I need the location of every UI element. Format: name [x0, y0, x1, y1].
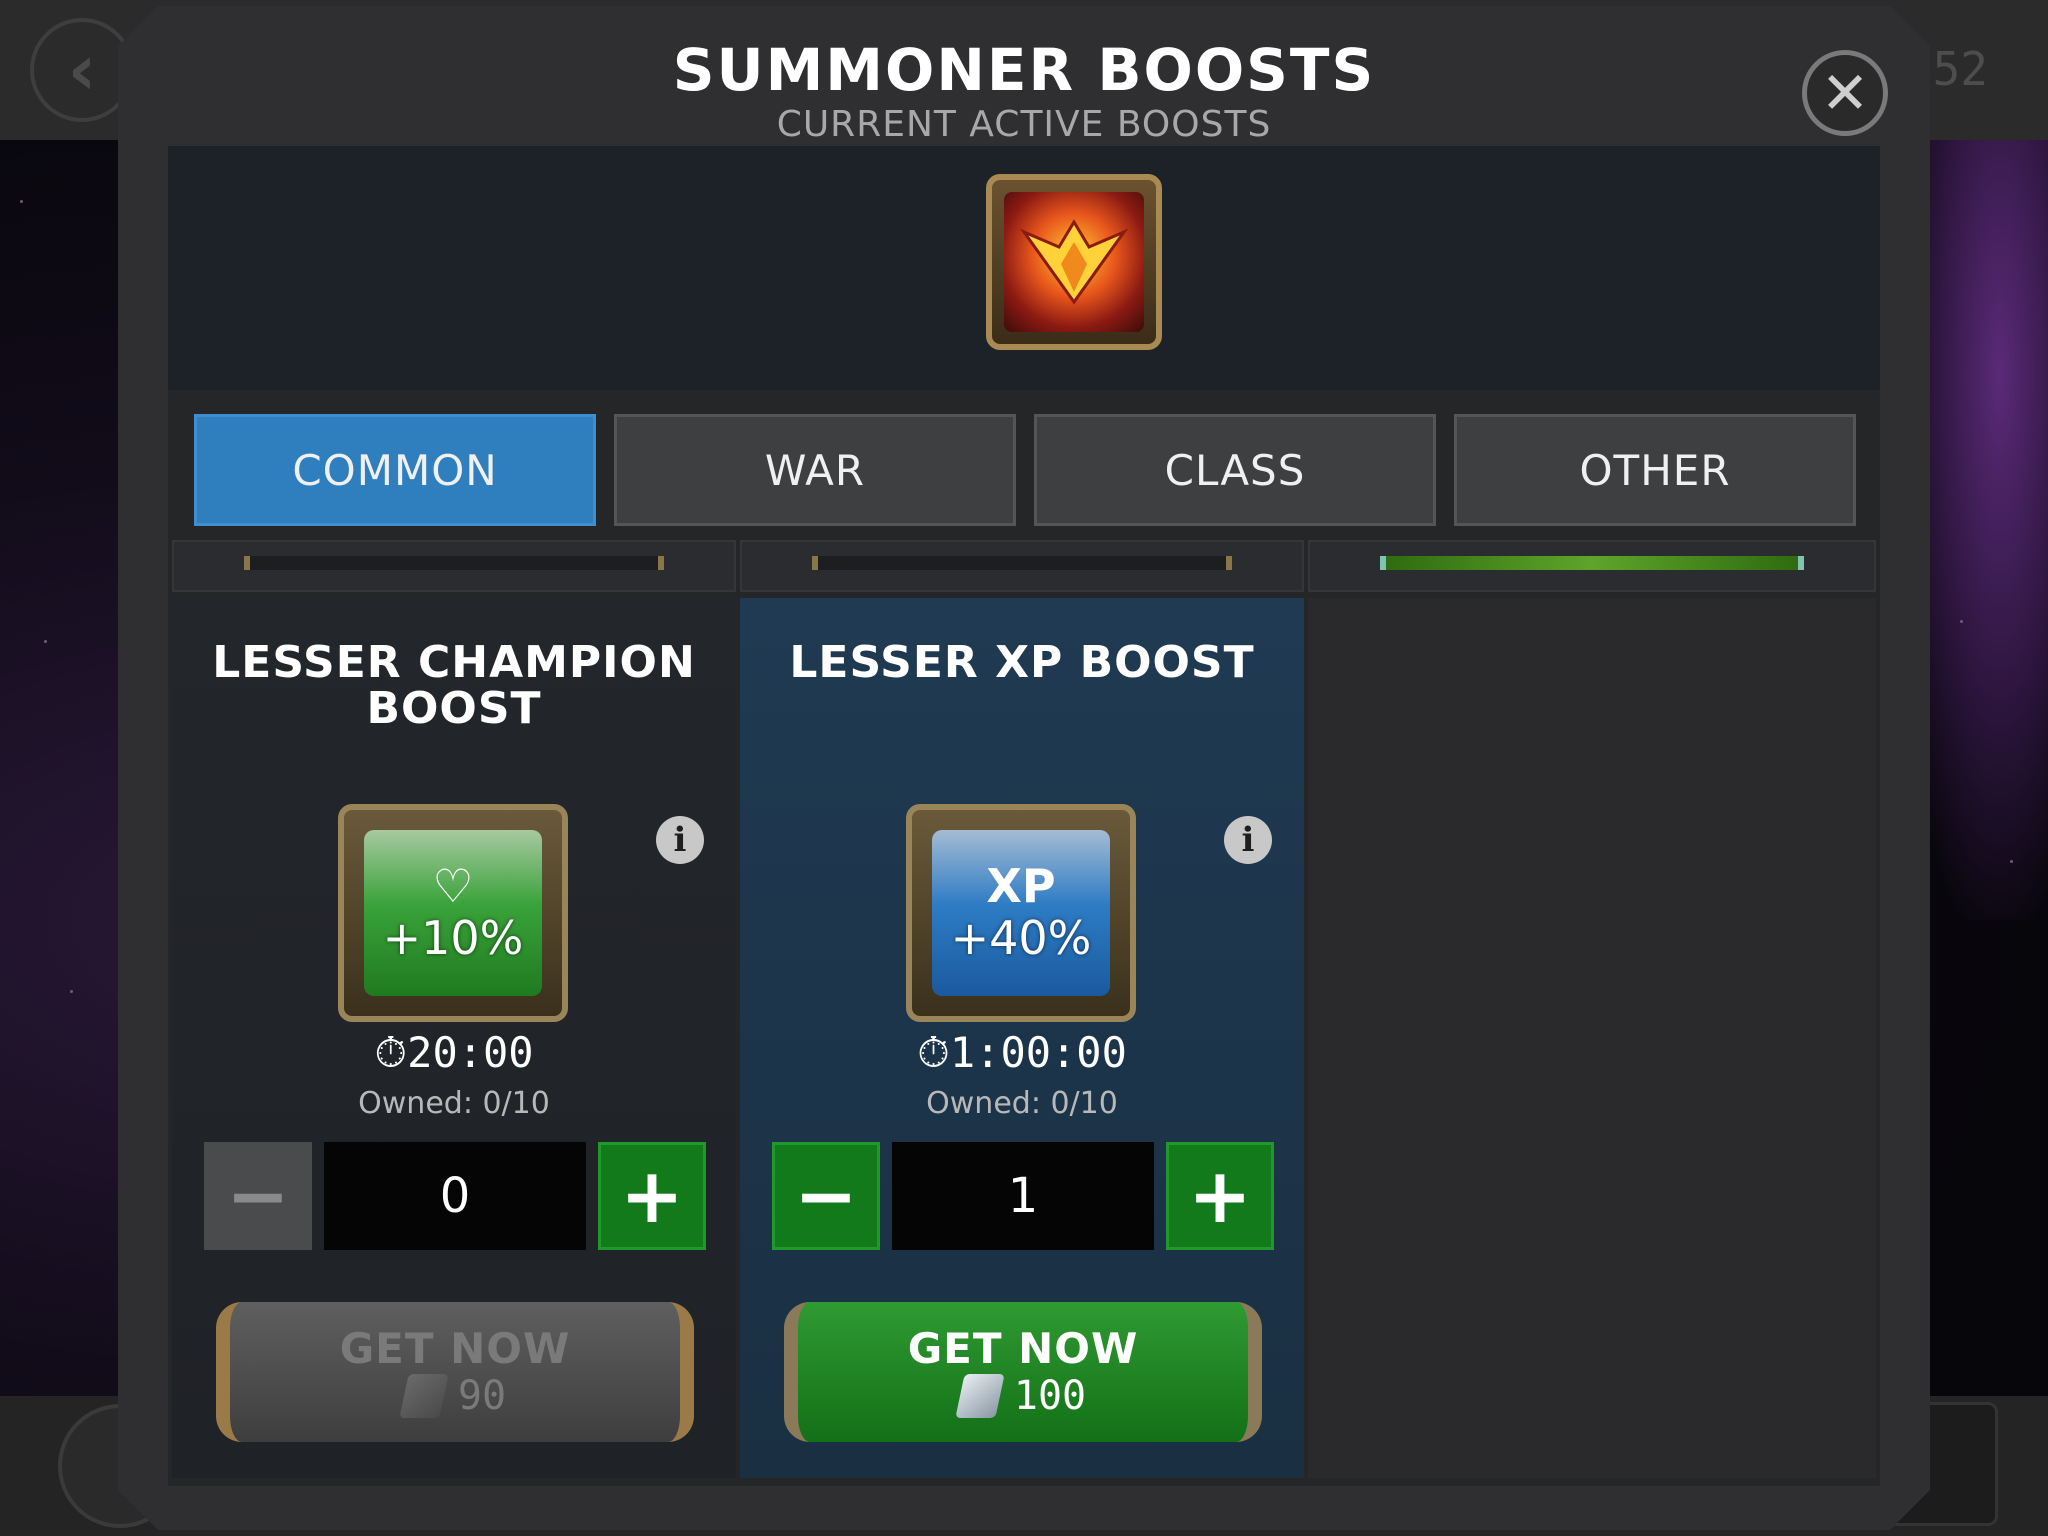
plus-icon: + [1188, 1151, 1252, 1240]
info-icon[interactable]: i [1224, 816, 1272, 864]
xp-label: XP [986, 859, 1056, 913]
units-currency-icon [955, 1374, 1005, 1418]
boost-title: LESSER CHAMPION BOOST [212, 637, 696, 734]
decrease-button[interactable]: − [772, 1142, 880, 1250]
info-icon[interactable]: i [656, 816, 704, 864]
get-now-label: GET NOW [907, 1324, 1139, 1373]
quantity-stepper: − 1 + [772, 1142, 1274, 1250]
get-now-label: GET NOW [339, 1324, 571, 1373]
background-counter: 52 [1932, 42, 1988, 96]
boost-duration-value: 20:00 [407, 1028, 534, 1077]
background-star [44, 640, 47, 643]
get-now-button[interactable]: GET NOW 100 [784, 1302, 1262, 1442]
owned-count: Owned: 0/10 [358, 1086, 550, 1121]
xp-boost-icon: XP +40% [932, 830, 1110, 996]
price-value: 100 [1013, 1373, 1087, 1419]
increase-button[interactable]: + [598, 1142, 706, 1250]
boost-list[interactable]: LESSER CHAMPION BOOST ♡ +10% i ⏱20:00 Ow… [118, 0, 1930, 1536]
divider-bar [244, 556, 664, 570]
boost-card-lesser-champion: LESSER CHAMPION BOOST ♡ +10% i ⏱20:00 Ow… [172, 598, 736, 1478]
background-star [20, 200, 23, 203]
get-now-button[interactable]: GET NOW 90 [216, 1302, 694, 1442]
previous-card-remnant [1308, 540, 1876, 592]
increase-button[interactable]: + [1166, 1142, 1274, 1250]
quantity-value: 0 [324, 1142, 586, 1250]
quantity-value: 1 [892, 1142, 1154, 1250]
boost-duration: ⏱20:00 [172, 1028, 736, 1078]
boost-percent: +10% [382, 911, 524, 965]
price: 90 [399, 1373, 507, 1419]
boost-icon-frame: ♡ +10% [338, 804, 568, 1022]
divider-bar [1380, 556, 1804, 570]
boost-card-lesser-xp: LESSER XP BOOST XP +40% i ⏱1:00:00 Owned… [740, 598, 1304, 1478]
empty-card-slot [1308, 598, 1876, 1478]
stopwatch-icon: ⏱ [374, 1028, 408, 1077]
stopwatch-icon: ⏱ [917, 1028, 950, 1077]
boost-percent: +40% [950, 911, 1092, 965]
boost-icon-frame: XP +40% [906, 804, 1136, 1022]
minus-icon: − [794, 1151, 858, 1240]
heart-sword-icon: ♡ [432, 859, 474, 913]
plus-icon: + [620, 1151, 684, 1240]
back-arrow-icon: ‹ [67, 29, 97, 111]
background-star [1960, 620, 1963, 623]
background-star [70, 990, 73, 993]
previous-card-remnant [740, 540, 1304, 592]
background-star [2010, 860, 2013, 863]
previous-card-remnant [172, 540, 736, 592]
divider-bar [812, 556, 1232, 570]
minus-icon: − [226, 1151, 290, 1240]
price: 100 [955, 1373, 1087, 1419]
units-currency-icon [399, 1374, 449, 1418]
owned-count: Owned: 0/10 [926, 1086, 1118, 1121]
boost-duration-value: 1:00:00 [949, 1028, 1127, 1077]
decrease-button[interactable]: − [204, 1142, 312, 1250]
price-value: 90 [457, 1373, 507, 1419]
quantity-stepper: − 0 + [204, 1142, 706, 1250]
boost-duration: ⏱1:00:00 [740, 1028, 1304, 1078]
champion-boost-icon: ♡ +10% [364, 830, 542, 996]
boost-title: LESSER XP BOOST [789, 637, 1255, 688]
